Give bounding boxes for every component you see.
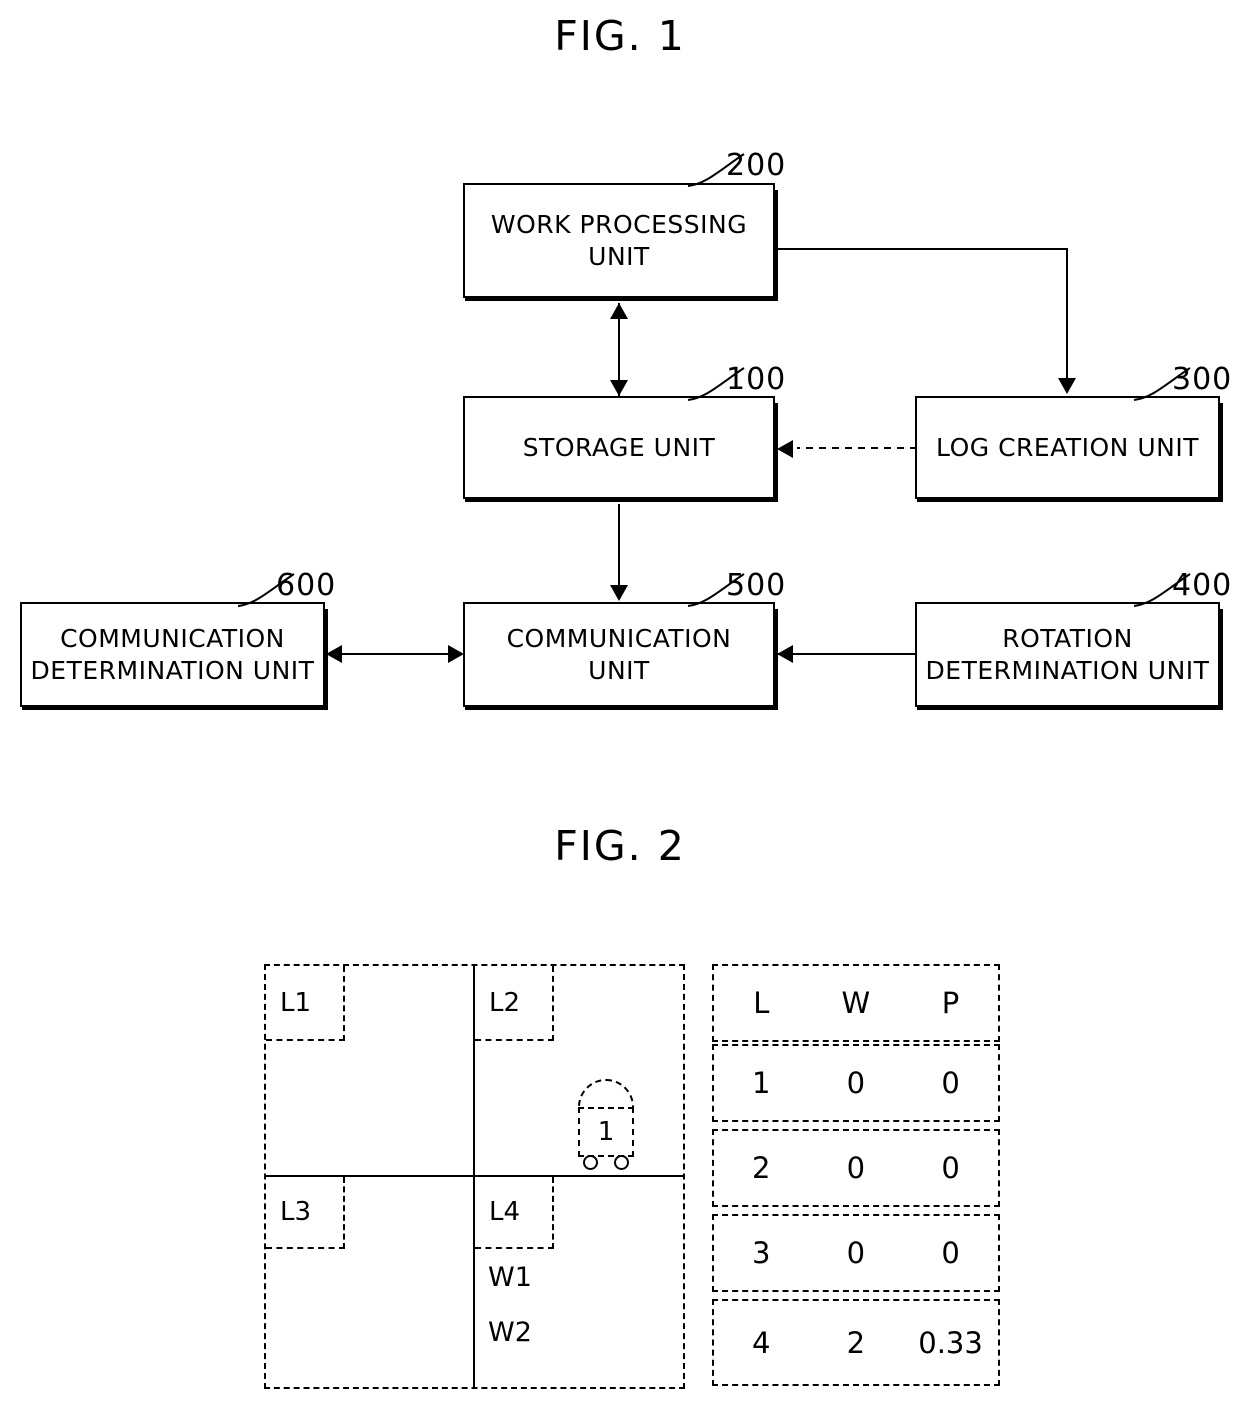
map-cell-l3-label: L3 — [280, 1197, 312, 1227]
table-row: 3 0 0 — [712, 1214, 1000, 1292]
connector-rotation-determination-to-communication — [778, 653, 915, 655]
table-cell-w: 0 — [846, 1066, 866, 1100]
map-cell-l4-label: L4 — [489, 1197, 521, 1227]
table-cell-p: 0.33 — [918, 1325, 983, 1360]
table-header-row: L W P — [712, 964, 1000, 1042]
table-cell-w: 2 — [846, 1325, 866, 1360]
map-cell-l2: L2 — [475, 966, 554, 1041]
table-row: 1 0 0 — [712, 1044, 1000, 1122]
reference-numeral-500: 500 — [726, 568, 787, 603]
map-cell-l1-label: L1 — [280, 987, 312, 1018]
map-cell-l3: L3 — [266, 1177, 345, 1249]
block-log-creation-unit: LOG CREATION UNIT — [915, 396, 1223, 502]
robot-body: 1 — [578, 1107, 634, 1157]
map-cell-l1: L1 — [266, 966, 345, 1041]
table-cell-l: 4 — [752, 1325, 771, 1360]
arrowhead-down-to-communication — [610, 585, 628, 601]
arrowhead-down-to-storage — [610, 380, 628, 396]
block-communication-determination-unit: COMMUNICATION DETERMINATION UNIT — [20, 602, 328, 710]
block-storage-unit: STORAGE UNIT — [463, 396, 778, 502]
table-row: 2 0 0 — [712, 1129, 1000, 1207]
table-cell-w: 0 — [846, 1236, 866, 1270]
table-cell-l: 1 — [752, 1066, 771, 1100]
reference-numeral-300: 300 — [1172, 362, 1233, 397]
connector-work-processing-to-log-vertical — [1066, 248, 1068, 379]
arrowhead-left-to-communication-from-rotation — [777, 645, 793, 663]
block-rotation-determination-unit-label-2: DETERMINATION UNIT — [925, 655, 1210, 685]
block-storage-unit-label-1: STORAGE UNIT — [522, 432, 716, 462]
map-cell-l2-label: L2 — [489, 987, 521, 1018]
block-communication-determination-unit-label-1: COMMUNICATION — [60, 623, 285, 653]
connector-log-creation-to-storage — [797, 447, 917, 449]
table-cell-l: 2 — [752, 1151, 771, 1185]
block-work-processing-unit-label-1: WORK PROCESSING — [490, 209, 748, 239]
table-cell-p: 0 — [941, 1151, 960, 1185]
arrowhead-down-to-log-creation — [1058, 378, 1076, 394]
block-log-creation-unit-label-1: LOG CREATION UNIT — [936, 432, 1199, 462]
block-work-processing-unit-label-2: UNIT — [588, 241, 650, 271]
figure-1-title: FIG. 1 — [554, 12, 686, 60]
work-label-w1: W1 — [488, 1262, 532, 1293]
arrowhead-left-to-communication-determination — [326, 645, 342, 663]
reference-numeral-100: 100 — [726, 362, 787, 397]
figure-2-map-panel: L1 L2 L3 L4 W1 W2 1 — [264, 964, 685, 1389]
figure-2-table: L W P 1 0 0 2 0 0 3 0 0 4 2 0.33 — [712, 964, 1000, 1386]
figure-2-title: FIG. 2 — [554, 822, 686, 870]
robot-id-label: 1 — [597, 1117, 615, 1147]
table-header-w: W — [841, 986, 871, 1020]
table-cell-p: 0 — [941, 1236, 960, 1270]
block-communication-unit-label-2: UNIT — [588, 655, 650, 685]
table-header-l: L — [753, 986, 770, 1020]
robot-wheel-left — [583, 1155, 598, 1170]
arrowhead-left-to-storage — [777, 440, 793, 458]
block-rotation-determination-unit: ROTATION DETERMINATION UNIT — [915, 602, 1223, 710]
robot-icon: 1 — [574, 1079, 638, 1170]
robot-dome — [578, 1079, 634, 1109]
table-header-p: P — [941, 986, 960, 1020]
block-communication-unit-label-1: COMMUNICATION — [506, 623, 732, 653]
block-rotation-determination-unit-label-1: ROTATION — [1002, 623, 1133, 653]
connector-storage-to-communication — [618, 504, 620, 586]
reference-numeral-200: 200 — [726, 148, 787, 183]
block-communication-determination-unit-label-2: DETERMINATION UNIT — [30, 655, 315, 685]
block-communication-unit: COMMUNICATION UNIT — [463, 602, 778, 710]
reference-numeral-400: 400 — [1172, 568, 1233, 603]
connector-work-processing-to-log-horizontal — [775, 248, 1068, 250]
arrowhead-up-to-work-processing — [610, 303, 628, 319]
table-row: 4 2 0.33 — [712, 1299, 1000, 1386]
block-work-processing-unit: WORK PROCESSING UNIT — [463, 183, 778, 301]
work-label-w2: W2 — [488, 1317, 532, 1348]
reference-numeral-600: 600 — [276, 568, 337, 603]
arrowhead-right-to-communication — [448, 645, 464, 663]
table-cell-p: 0 — [941, 1066, 960, 1100]
map-cell-l4: L4 — [475, 1177, 554, 1249]
table-cell-w: 0 — [846, 1151, 866, 1185]
connector-communication-determination-to-communication — [330, 653, 462, 655]
table-cell-l: 3 — [752, 1236, 771, 1270]
robot-wheel-right — [614, 1155, 629, 1170]
